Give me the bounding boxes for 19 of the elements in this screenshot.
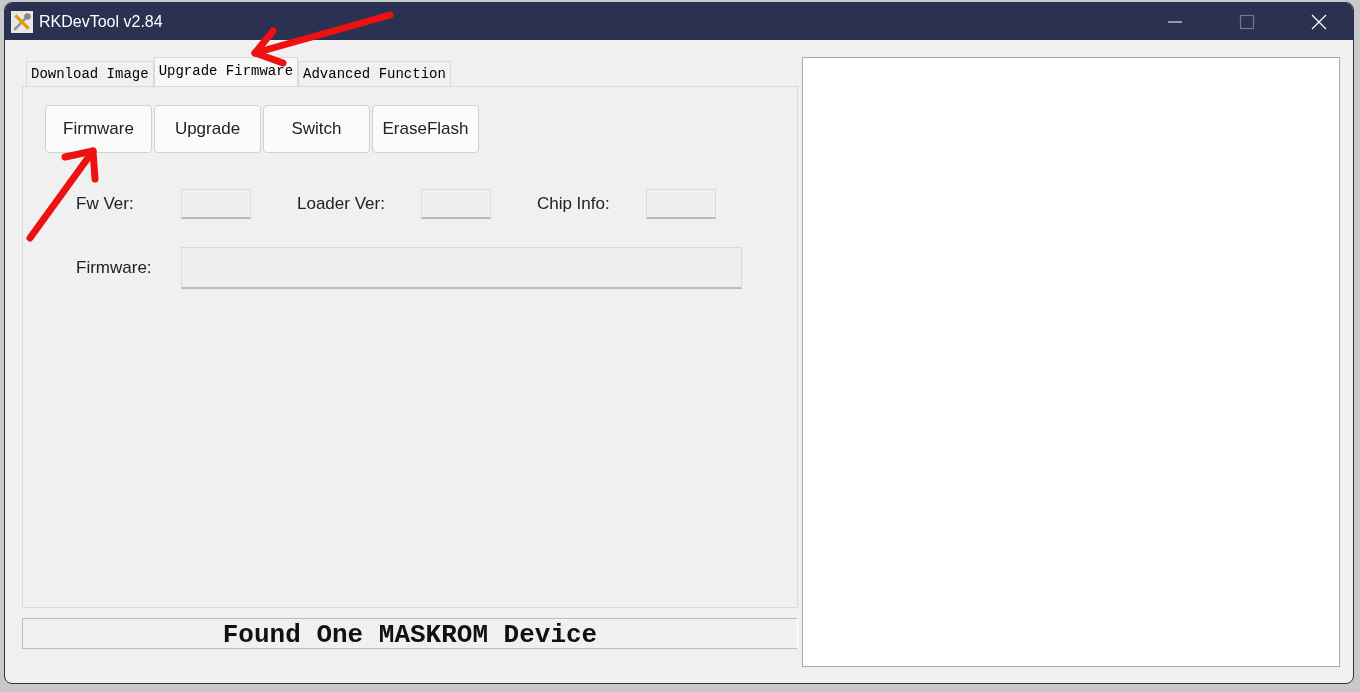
action-button[interactable]: Firmware: [45, 105, 152, 153]
action-button[interactable]: Upgrade: [154, 105, 261, 153]
close-icon[interactable]: [1311, 13, 1327, 30]
input-field[interactable]: [645, 189, 716, 219]
tab[interactable]: Upgrade Firmware: [153, 57, 299, 86]
status-bar: Found One MASKROM Device: [22, 618, 798, 649]
action-button[interactable]: Switch: [263, 105, 370, 153]
input-field[interactable]: [181, 189, 251, 219]
window-title: RKDevTool v2.84: [39, 12, 163, 31]
field-label: Chip Info:: [536, 194, 610, 214]
field-label: Loader Ver:: [297, 194, 385, 214]
input-field[interactable]: [181, 247, 742, 289]
field-label: Firmware:: [75, 258, 153, 278]
tools-icon: [11, 10, 33, 33]
tab[interactable]: Advanced Function: [298, 61, 451, 86]
field-label: Fw Ver:: [75, 194, 135, 214]
tab[interactable]: Download Image: [26, 61, 154, 86]
input-field[interactable]: [420, 189, 491, 219]
action-button[interactable]: EraseFlash: [372, 105, 479, 153]
